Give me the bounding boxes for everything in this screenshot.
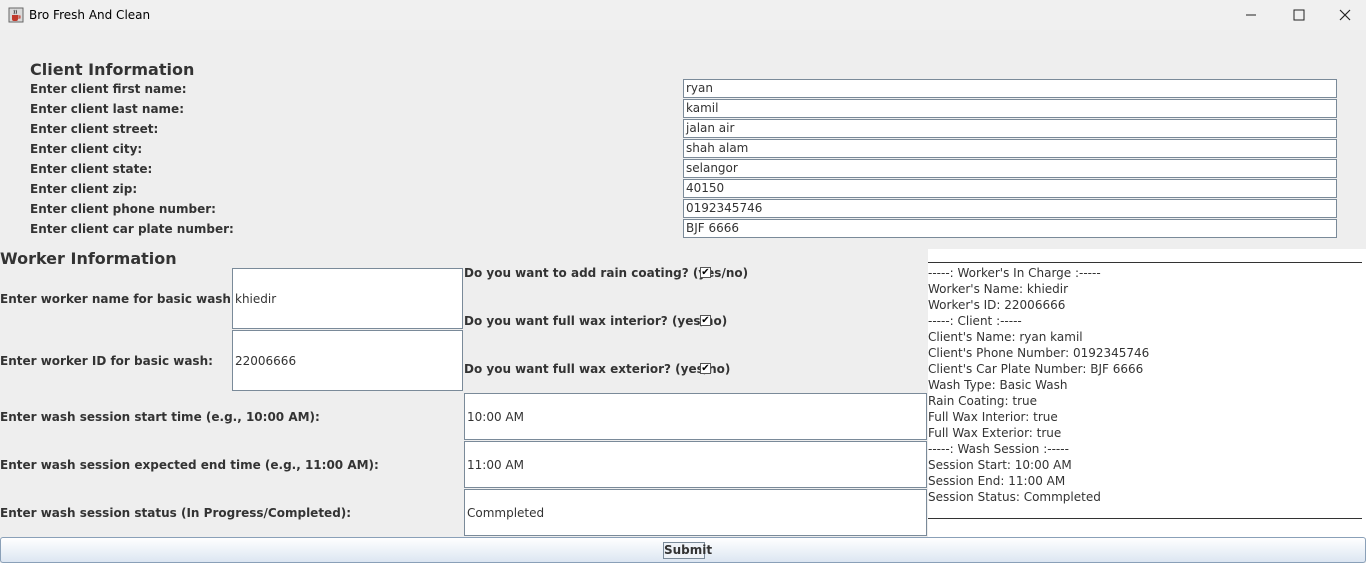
window-title: Bro Fresh And Clean — [29, 8, 151, 22]
title-bar: Bro Fresh And Clean — [0, 0, 1366, 30]
client-first-name-input[interactable]: ryan — [683, 79, 1337, 98]
summary-line: Session Status: Commpleted — [928, 490, 1101, 504]
summary-line: Session Start: 10:00 AM — [928, 458, 1072, 472]
client-state-input[interactable]: selangor — [683, 159, 1337, 178]
maximize-icon — [1293, 9, 1305, 21]
worker-id-input[interactable]: 22006666 — [232, 330, 463, 391]
client-phone-label: Enter client phone number: — [30, 202, 216, 216]
summary-text-area[interactable]: -----: Worker's In Charge :----- Worker'… — [928, 249, 1366, 538]
summary-bottom-divider — [928, 518, 1362, 519]
summary-line: Client's Name: ryan kamil — [928, 330, 1083, 344]
worker-name-label: Enter worker name for basic wash: — [0, 292, 236, 306]
client-section-title: Client Information — [30, 60, 195, 79]
minimize-icon — [1246, 14, 1256, 16]
close-button[interactable] — [1322, 0, 1366, 30]
summary-line: Full Wax Exterior: true — [928, 426, 1062, 440]
summary-line: Session End: 11:00 AM — [928, 474, 1066, 488]
client-last-name-input[interactable]: kamil — [683, 99, 1337, 118]
client-first-name-label: Enter client first name: — [30, 82, 187, 96]
client-plate-label: Enter client car plate number: — [30, 222, 234, 236]
submit-button[interactable]: Submit — [663, 542, 712, 559]
summary-line: Full Wax Interior: true — [928, 410, 1058, 424]
session-status-label: Enter wash session status (In Progress/C… — [0, 506, 352, 520]
minimize-button[interactable] — [1228, 0, 1274, 30]
session-start-input[interactable]: 10:00 AM — [464, 393, 927, 440]
summary-line: Wash Type: Basic Wash — [928, 378, 1068, 392]
summary-line: Client's Phone Number: 0192345746 — [928, 346, 1150, 360]
wax-exterior-label: Do you want full wax exterior? (yes/no) — [464, 362, 731, 376]
client-state-label: Enter client state: — [30, 162, 153, 176]
wax-interior-label: Do you want full wax interior? (yes/no) — [464, 314, 728, 328]
maximize-button[interactable] — [1276, 0, 1322, 30]
client-city-input[interactable]: shah alam — [683, 139, 1337, 158]
summary-line: Rain Coating: true — [928, 394, 1038, 408]
worker-name-input[interactable]: khiedir — [232, 268, 463, 329]
java-coffee-icon — [8, 7, 24, 23]
client-last-name-label: Enter client last name: — [30, 102, 184, 116]
summary-line: Client's Car Plate Number: BJF 6666 — [928, 362, 1144, 376]
client-zip-input[interactable]: 40150 — [683, 179, 1337, 198]
session-start-label: Enter wash session start time (e.g., 10:… — [0, 410, 320, 424]
client-street-label: Enter client street: — [30, 122, 159, 136]
session-end-label: Enter wash session expected end time (e.… — [0, 458, 379, 472]
summary-line: Worker's Name: khiedir — [928, 282, 1069, 296]
summary-line: -----: Wash Session :----- — [928, 442, 1069, 456]
wax-exterior-checkbox[interactable]: ✔ — [700, 363, 711, 374]
summary-top-divider — [928, 262, 1362, 263]
summary-line: -----: Worker's In Charge :----- — [928, 266, 1101, 280]
client-street-input[interactable]: jalan air — [683, 119, 1337, 138]
summary-line: Worker's ID: 22006666 — [928, 298, 1066, 312]
worker-section-title: Worker Information — [0, 249, 177, 268]
client-city-label: Enter client city: — [30, 142, 143, 156]
session-status-input[interactable]: Commpleted — [464, 489, 927, 536]
client-phone-input[interactable]: 0192345746 — [683, 199, 1337, 218]
client-zip-label: Enter client zip: — [30, 182, 138, 196]
session-end-input[interactable]: 11:00 AM — [464, 441, 927, 488]
client-plate-input[interactable]: BJF 6666 — [683, 219, 1337, 238]
close-icon — [1339, 9, 1351, 21]
wax-interior-checkbox[interactable]: ✔ — [700, 315, 711, 326]
main-panel: Client Information Enter client first na… — [0, 30, 1366, 563]
worker-id-label: Enter worker ID for basic wash: — [0, 354, 213, 368]
summary-line: -----: Client :----- — [928, 314, 1022, 328]
rain-coating-checkbox[interactable]: ✔ — [700, 267, 711, 278]
